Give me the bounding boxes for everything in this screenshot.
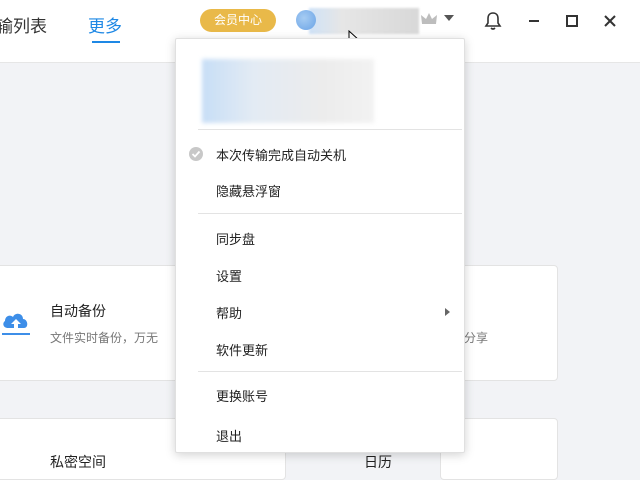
menu-item-label: 设置: [216, 270, 243, 285]
minimize-icon[interactable]: [523, 10, 545, 32]
menu-item-label: 隐藏悬浮窗: [216, 185, 282, 200]
account-info-blurred[interactable]: [202, 59, 374, 123]
private-space-title: 私密空间: [50, 455, 106, 471]
menu-divider: [198, 371, 462, 372]
auto-backup-desc: 文件实时备份，万无: [50, 331, 159, 345]
bell-icon[interactable]: [482, 10, 504, 32]
tab-more[interactable]: 更多: [88, 12, 122, 37]
menu-item-help[interactable]: 帮助: [198, 297, 456, 327]
active-tab-indicator: [92, 41, 120, 43]
username-blurred[interactable]: [309, 8, 419, 34]
menu-item-hide-floating-window[interactable]: 隐藏悬浮窗: [198, 175, 456, 205]
avatar[interactable]: [296, 10, 316, 30]
menu-divider: [198, 213, 462, 214]
menu-item-sync-disk[interactable]: 同步盘: [198, 223, 456, 253]
chevron-down-icon[interactable]: [444, 15, 454, 21]
close-icon[interactable]: [599, 10, 621, 32]
check-circle-icon: [189, 147, 203, 161]
menu-item-settings[interactable]: 设置: [198, 260, 456, 290]
maximize-icon[interactable]: [561, 10, 583, 32]
menu-divider: [198, 129, 462, 130]
menu-item-label: 软件更新: [216, 344, 269, 359]
menu-item-label: 同步盘: [216, 233, 256, 248]
menu-item-switch-account[interactable]: 更换账号: [198, 380, 456, 410]
menu-item-label: 更换账号: [216, 390, 269, 405]
menu-item-software-update[interactable]: 软件更新: [198, 334, 456, 364]
calendar-title: 日历: [364, 455, 392, 471]
chevron-right-icon: [445, 308, 450, 316]
menu-item-exit[interactable]: 退出: [198, 420, 456, 450]
menu-item-label: 帮助: [216, 307, 243, 322]
menu-item-auto-shutdown[interactable]: 本次传输完成自动关机: [189, 139, 456, 169]
vip-center-button[interactable]: 会员中心: [200, 9, 276, 32]
menu-item-label: 本次传输完成自动关机: [216, 149, 347, 164]
share-card-desc: 分享: [464, 331, 489, 345]
menu-item-label: 退出: [216, 430, 243, 445]
crown-icon: [421, 13, 437, 24]
account-dropdown-menu: 本次传输完成自动关机 隐藏悬浮窗 同步盘 设置 帮助 软件更新 更换账号 退出: [175, 38, 465, 453]
cloud-upload-icon: [2, 313, 30, 335]
tab-transfer-list[interactable]: 输列表: [0, 12, 47, 37]
auto-backup-title: 自动备份: [50, 304, 106, 320]
